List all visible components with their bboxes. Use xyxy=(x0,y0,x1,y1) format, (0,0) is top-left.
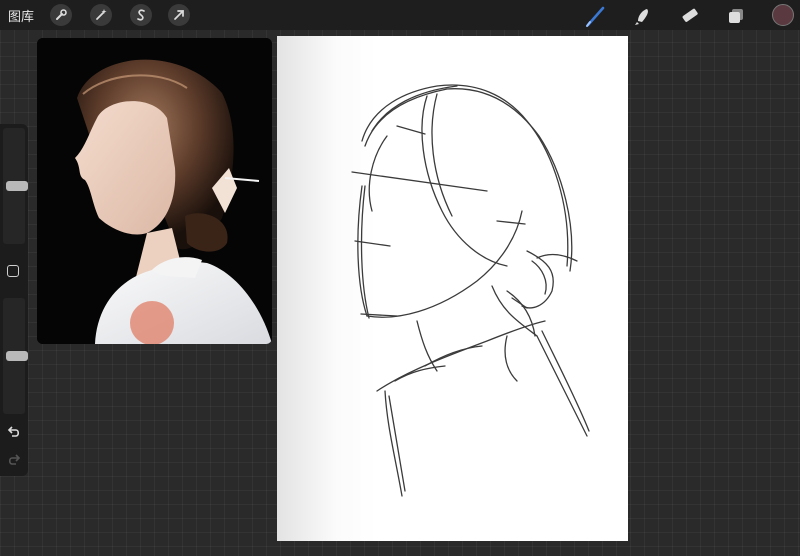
magic-wand-icon xyxy=(96,9,107,20)
gallery-button[interactable]: 图库 xyxy=(8,6,34,25)
opacity-slider-thumb[interactable] xyxy=(6,351,28,361)
brush-icon xyxy=(586,6,605,27)
left-sidebar xyxy=(0,124,28,476)
selection-button[interactable] xyxy=(130,4,152,26)
opacity-slider[interactable] xyxy=(3,298,28,414)
selection-icon xyxy=(137,9,145,21)
actions-button[interactable] xyxy=(50,4,72,26)
eraser-button[interactable] xyxy=(678,4,702,28)
redo-icon xyxy=(8,454,21,465)
brush-size-slider-thumb[interactable] xyxy=(6,181,28,191)
eraser-icon xyxy=(682,8,698,22)
layers-icon xyxy=(729,9,743,23)
smudge-icon xyxy=(635,9,648,25)
top-toolbar: 图库 xyxy=(0,0,800,30)
transform-button[interactable] xyxy=(168,4,190,26)
color-picker-button[interactable] xyxy=(772,4,794,26)
sketch-drawing xyxy=(351,84,590,497)
undo-icon xyxy=(7,426,20,437)
adjustments-button[interactable] xyxy=(90,4,112,26)
brush-button[interactable] xyxy=(584,4,608,28)
layers-button[interactable] xyxy=(724,4,748,28)
smudge-button[interactable] xyxy=(630,4,654,28)
transform-arrow-icon xyxy=(174,10,184,20)
reference-window[interactable] xyxy=(37,38,272,344)
brush-size-slider[interactable] xyxy=(3,128,28,244)
wrench-icon xyxy=(56,9,67,20)
modify-button[interactable] xyxy=(7,265,19,277)
drawing-canvas[interactable] xyxy=(277,36,628,541)
undo-button[interactable] xyxy=(6,424,22,443)
reference-portrait xyxy=(37,38,272,344)
redo-button[interactable] xyxy=(6,452,22,471)
